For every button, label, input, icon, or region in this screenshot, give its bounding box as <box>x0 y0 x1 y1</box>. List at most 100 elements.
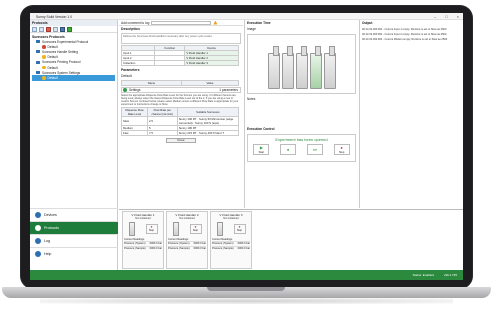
reading-label: Pressure (System) <box>212 242 234 246</box>
tree-item-selected[interactable]: Default <box>32 75 115 81</box>
warning-icon <box>213 20 218 25</box>
reading-label: Pressure (System) <box>168 242 190 246</box>
output-line: 00:14:19.000:000 - Current Input 1 empty… <box>362 28 447 31</box>
settings-row[interactable]: Settings 1 parameters <box>121 87 241 93</box>
tree-item-label: Default <box>47 44 58 49</box>
table-cell: Sunny 100 RT · Sunny 50 Micromixer (edge… <box>176 116 240 126</box>
tree-item-label: Default <box>47 75 58 80</box>
table-cell: Slow <box>121 116 148 126</box>
reading-label: Pressure (System) <box>124 242 146 246</box>
reading-row: Pressure (System) 0000.0 bar <box>168 241 206 246</box>
window-titlebar: Sunny Solid Version 1.0 – □ × <box>30 13 463 20</box>
reading-row: Pressure (Sample) 0000.0 bar <box>124 245 162 251</box>
nav-protocols[interactable]: Protocols <box>30 221 118 234</box>
protocol-default-icon <box>42 76 46 80</box>
record-icon: ● <box>286 146 290 152</box>
folder-icon <box>36 50 40 54</box>
open-icon[interactable] <box>39 27 44 32</box>
record-button[interactable]: ● <box>280 144 297 155</box>
fluid-handler-image <box>267 46 280 89</box>
comment-input[interactable] <box>151 20 212 25</box>
reading-value: 0000.0 bar <box>193 242 206 246</box>
table-cell: 7.5 <box>147 130 178 136</box>
save-icon[interactable] <box>60 27 65 32</box>
tree-item-label: Sunnoxes System Settings <box>42 70 81 75</box>
close-button[interactable]: × <box>457 14 459 19</box>
laptop-mockup: Sunny Solid Version 1.0 – □ × Protocols … <box>0 0 493 314</box>
new-icon[interactable] <box>32 27 37 32</box>
tree-item-label: Sunnoxes Priming Protocol <box>42 60 81 65</box>
reading-value: 0000.0 bar <box>149 246 162 250</box>
notes-area[interactable] <box>245 102 358 126</box>
current-readings: Current Readings Pressure (System) 0000.0… <box>211 238 251 250</box>
tree-item-label: Default <box>47 55 58 60</box>
execution-panel: Execution Time Image Notes Execution Con… <box>244 20 358 208</box>
execution-buttons: ▶ Start ● ⏭ ● Stop <box>248 144 355 155</box>
parameters-default: Default <box>121 74 132 78</box>
sunnox-chip-image <box>309 46 322 89</box>
skip-button[interactable]: ⏭ <box>306 144 323 155</box>
protocols-sidebar: Protocols Sunnoxes Protocols Sunnoxes Ex… <box>30 20 118 270</box>
laptop-shadow <box>40 298 453 304</box>
run-icon[interactable] <box>67 27 72 32</box>
skip-icon: ⏭ <box>313 146 317 152</box>
flow-rate-note: Select the appropriate Dispense Flow Rat… <box>121 94 239 106</box>
nav-help[interactable]: Help <box>30 247 118 260</box>
flow-rate-table: Dispense Flow Rate Level Flow Rate per c… <box>121 107 240 136</box>
stop-icon: ● <box>340 145 343 151</box>
button-label: Stop <box>236 229 243 232</box>
reading-value: 0000.0 bar <box>193 246 206 250</box>
nav-devices[interactable]: Devices <box>30 208 118 221</box>
minimize-button[interactable]: – <box>434 14 436 19</box>
nav-label: Help <box>44 252 52 256</box>
devices-icon <box>35 212 41 218</box>
table-header: Value <box>180 80 240 86</box>
delete-icon[interactable] <box>46 27 51 32</box>
output-panel: Output 00:14:19.000:000 - Current Input … <box>359 20 463 208</box>
maximize-button[interactable]: □ <box>445 14 447 19</box>
tree-item-label: Default <box>47 65 58 70</box>
folder-icon <box>36 40 40 44</box>
nav-label: Devices <box>44 213 57 217</box>
description-field[interactable]: Defines the Sunnoxes Fluid Handlers nece… <box>121 33 241 44</box>
device-cards: V Fluid Handler 1 Not initialised ● Stop … <box>119 210 463 270</box>
folder-icon <box>36 71 40 75</box>
output-line: 00:14:19.000:000 - Current Dilution empt… <box>362 38 448 41</box>
reading-label: Pressure (Sample) <box>124 246 146 250</box>
stop-button[interactable]: ● Stop <box>333 144 350 155</box>
reading-label: Pressure (Sample) <box>212 246 234 250</box>
help-icon <box>35 251 41 257</box>
table-header: Flow Rate per channel (mL/min) <box>147 107 178 117</box>
description-title: Description <box>121 27 140 31</box>
table-row: Collection V Fluid Handler 3 <box>120 60 239 66</box>
reading-row: Pressure (Sample) 0000.0 bar <box>212 245 250 251</box>
start-button[interactable]: ▶ Start <box>253 144 270 155</box>
table-cell: Collection <box>120 60 156 66</box>
table-cell: Sunny 215 RT · Sunny 400 Trident T <box>176 130 240 136</box>
folder-icon <box>36 60 40 64</box>
table-row: Fast 7.5 Sunny 215 RT · Sunny 400 Trident … <box>121 130 240 136</box>
protocol-default-icon <box>42 55 46 59</box>
laptop-notch <box>207 287 285 291</box>
protocols-icon <box>35 225 41 231</box>
settings-label: Settings <box>129 88 141 92</box>
device-stop-button[interactable]: ● Stop <box>189 224 202 234</box>
done-button[interactable]: Done <box>166 138 196 143</box>
nav-log[interactable]: Log <box>30 234 118 247</box>
current-readings: Current Readings Pressure (System) 0000.0… <box>167 238 207 250</box>
execution-control-title: Execution Control <box>247 127 275 131</box>
nav-label: Log <box>44 239 50 243</box>
window-title: Sunny Solid Version 1.0 <box>36 14 73 19</box>
device-stop-button[interactable]: ● Stop <box>233 224 246 234</box>
fluid-handler-icon <box>216 222 223 236</box>
fluid-handler-image <box>281 46 294 89</box>
function-table: Function Device Input 1V Fluid Handler 1… <box>120 45 239 66</box>
table-cell: Fast <box>121 130 148 136</box>
device-select[interactable]: V Fluid Handler 3 <box>184 60 239 66</box>
table-header: Name <box>121 80 182 86</box>
expand-icon <box>123 88 127 92</box>
device-card: V Fluid Handler 1 Not initialised ● Stop … <box>122 211 164 269</box>
device-stop-button[interactable]: ● Stop <box>145 224 158 234</box>
copy-icon[interactable] <box>53 27 58 32</box>
protocol-editor: Add comment to log Description Defines t… <box>119 20 243 208</box>
